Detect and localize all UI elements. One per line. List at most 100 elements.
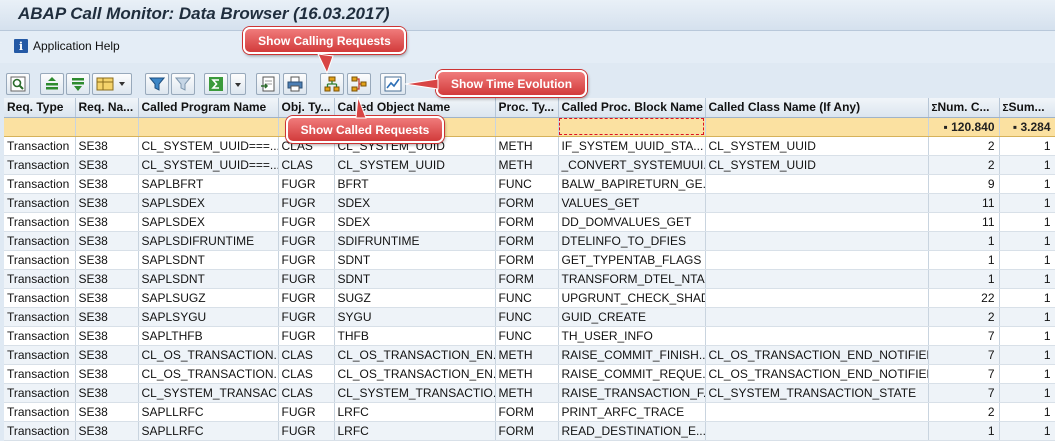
table-row[interactable]: Transaction SE38 SAPLSDIFRUNTIME FUGR SDIFRU… <box>4 231 1055 251</box>
table-cell[interactable]: 1 <box>928 250 1000 270</box>
table-cell[interactable]: FUGR <box>278 421 335 441</box>
table-cell[interactable] <box>705 269 929 289</box>
table-cell[interactable]: SUGZ <box>334 288 496 308</box>
table-cell[interactable]: 1 <box>999 383 1055 403</box>
table-cell[interactable]: 1 <box>928 231 1000 251</box>
table-cell[interactable]: 1 <box>999 345 1055 365</box>
table-cell[interactable]: UPGRUNT_CHECK_SHAD... <box>558 288 706 308</box>
table-cell[interactable]: SE38 <box>75 421 139 441</box>
column-header[interactable]: Called Class Name (If Any) <box>705 98 929 118</box>
table-cell[interactable]: 1 <box>999 193 1055 213</box>
table-cell[interactable] <box>705 174 929 194</box>
table-cell[interactable]: VALUES_GET <box>558 193 706 213</box>
table-cell[interactable]: 1 <box>999 212 1055 232</box>
table-cell[interactable]: Transaction <box>4 307 76 327</box>
column-header[interactable]: Req. Type <box>4 98 76 118</box>
table-cell[interactable]: FORM <box>495 212 559 232</box>
column-header[interactable]: Req. Na... <box>75 98 139 118</box>
table-cell[interactable]: SE38 <box>75 250 139 270</box>
table-cell[interactable]: 7 <box>928 326 1000 346</box>
table-cell[interactable]: Transaction <box>4 269 76 289</box>
table-cell[interactable]: 1 <box>999 421 1055 441</box>
table-cell[interactable]: Transaction <box>4 421 76 441</box>
table-cell[interactable]: SAPLLRFC <box>138 421 279 441</box>
total-cell[interactable] <box>705 117 929 137</box>
table-cell[interactable]: SE38 <box>75 288 139 308</box>
table-cell[interactable]: DD_DOMVALUES_GET <box>558 212 706 232</box>
table-cell[interactable]: SE38 <box>75 193 139 213</box>
table-cell[interactable] <box>705 212 929 232</box>
table-cell[interactable]: 1 <box>999 155 1055 175</box>
table-cell[interactable]: 1 <box>999 307 1055 327</box>
table-cell[interactable]: Transaction <box>4 231 76 251</box>
table-cell[interactable]: CL_SYSTEM_UUID <box>334 155 496 175</box>
table-cell[interactable]: BALW_BAPIRETURN_GE... <box>558 174 706 194</box>
table-cell[interactable]: 11 <box>928 212 1000 232</box>
table-cell[interactable]: CL_SYSTEM_TRANSACTION_STATE <box>705 383 929 403</box>
table-cell[interactable]: FUNC <box>495 326 559 346</box>
table-cell[interactable]: METH <box>495 155 559 175</box>
table-cell[interactable]: SAPLSDEX <box>138 212 279 232</box>
table-cell[interactable]: FUGR <box>278 174 335 194</box>
table-cell[interactable]: FUGR <box>278 212 335 232</box>
table-cell[interactable]: CL_SYSTEM_TRANSAC... <box>138 383 279 403</box>
table-cell[interactable]: RAISE_COMMIT_REQUE... <box>558 364 706 384</box>
table-cell[interactable]: CLAS <box>278 345 335 365</box>
table-cell[interactable]: Transaction <box>4 250 76 270</box>
application-help-button[interactable]: i Application Help <box>14 39 120 53</box>
table-cell[interactable]: Transaction <box>4 383 76 403</box>
table-row[interactable]: Transaction SE38 SAPLLRFC FUGR LRFC FORM READ_… <box>4 421 1055 441</box>
table-cell[interactable]: SE38 <box>75 307 139 327</box>
table-cell[interactable]: CL_OS_TRANSACTION_END_NOTIFIER <box>705 364 929 384</box>
total-sum[interactable]: ▪ 3.284 <box>999 117 1055 137</box>
table-cell[interactable]: FUNC <box>495 307 559 327</box>
table-row[interactable]: Transaction SE38 CL_OS_TRANSACTION... CLAS C… <box>4 364 1055 384</box>
table-cell[interactable]: SDNT <box>334 250 496 270</box>
table-cell[interactable]: LRFC <box>334 402 496 422</box>
table-cell[interactable]: TH_USER_INFO <box>558 326 706 346</box>
table-cell[interactable]: GET_TYPENTAB_FLAGS <box>558 250 706 270</box>
table-cell[interactable]: 2 <box>928 155 1000 175</box>
table-cell[interactable]: FORM <box>495 402 559 422</box>
table-cell[interactable]: 2 <box>928 402 1000 422</box>
table-cell[interactable]: SYGU <box>334 307 496 327</box>
table-cell[interactable]: CLAS <box>278 364 335 384</box>
table-cell[interactable]: CL_OS_TRANSACTION... <box>138 364 279 384</box>
table-cell[interactable]: CL_SYSTEM_UUID <box>705 136 929 156</box>
table-cell[interactable]: 1 <box>999 231 1055 251</box>
total-cell[interactable] <box>495 117 559 137</box>
set-filter-button[interactable] <box>145 73 169 95</box>
table-cell[interactable]: SE38 <box>75 155 139 175</box>
table-cell[interactable]: 2 <box>928 136 1000 156</box>
total-cell[interactable] <box>4 117 76 137</box>
table-cell[interactable] <box>705 402 929 422</box>
total-cell-selected[interactable] <box>558 117 706 137</box>
table-cell[interactable]: FUGR <box>278 231 335 251</box>
table-cell[interactable] <box>705 193 929 213</box>
print-button[interactable] <box>283 73 307 95</box>
table-cell[interactable]: Transaction <box>4 345 76 365</box>
table-cell[interactable]: FUGR <box>278 288 335 308</box>
total-cell[interactable] <box>75 117 139 137</box>
table-cell[interactable]: PRINT_ARFC_TRACE <box>558 402 706 422</box>
table-cell[interactable]: Transaction <box>4 212 76 232</box>
table-cell[interactable]: FORM <box>495 421 559 441</box>
column-header-num-calls[interactable]: ΣNum. C... <box>928 98 1000 118</box>
table-cell[interactable]: SE38 <box>75 364 139 384</box>
table-row[interactable]: Transaction SE38 SAPLSDEX FUGR SDEX FORM VALUE… <box>4 193 1055 213</box>
total-cell[interactable] <box>138 117 279 137</box>
table-cell[interactable]: METH <box>495 136 559 156</box>
table-row[interactable]: Transaction SE38 CL_SYSTEM_UUID===... CLAS C… <box>4 155 1055 175</box>
table-cell[interactable]: Transaction <box>4 288 76 308</box>
table-cell[interactable]: 2 <box>928 307 1000 327</box>
table-cell[interactable]: 1 <box>999 402 1055 422</box>
table-cell[interactable]: CL_SYSTEM_UUID <box>705 155 929 175</box>
table-cell[interactable]: METH <box>495 383 559 403</box>
table-cell[interactable]: FUNC <box>495 288 559 308</box>
table-cell[interactable]: FUGR <box>278 269 335 289</box>
column-header[interactable]: Called Object Name <box>334 98 496 118</box>
table-cell[interactable]: CL_OS_TRANSACTION_END_NOTIFIER <box>705 345 929 365</box>
show-called-requests-button[interactable] <box>347 73 371 95</box>
table-cell[interactable]: SAPLSDNT <box>138 250 279 270</box>
table-cell[interactable]: FORM <box>495 193 559 213</box>
